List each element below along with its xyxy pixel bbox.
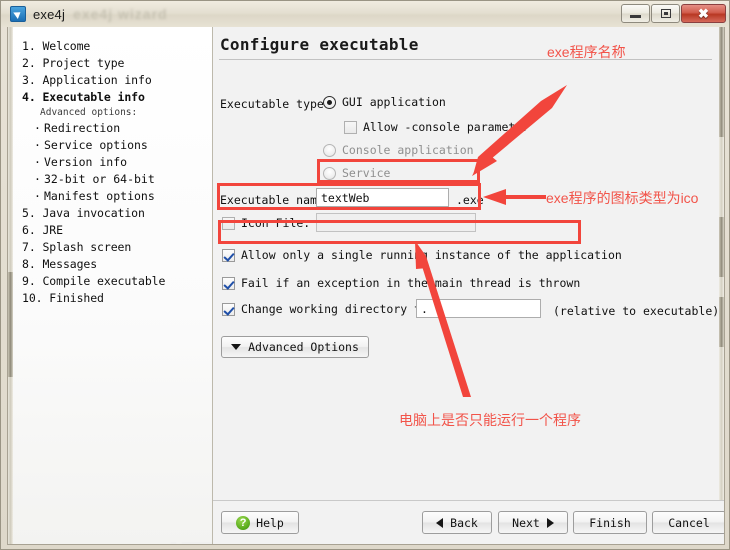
- bullet-icon: ·: [34, 137, 41, 152]
- checkbox-icon-file[interactable]: Icon File:: [222, 216, 310, 230]
- working-directory-hint: (relative to executable): [553, 304, 720, 318]
- sidebar-item-splash-screen[interactable]: 7. Splash screen: [8, 238, 212, 255]
- close-button[interactable]: ✖: [681, 4, 726, 23]
- maximize-icon: [660, 9, 671, 18]
- window-title: exe4j: [33, 6, 66, 22]
- help-button[interactable]: ? Help: [221, 511, 299, 534]
- arrow-left-icon: [436, 517, 444, 528]
- bullet-icon: ·: [34, 154, 41, 169]
- cancel-label: Cancel: [668, 515, 710, 530]
- executable-name-label: Executable name:: [220, 193, 331, 207]
- radio-label: Service: [342, 166, 391, 180]
- sidebar-item-finished[interactable]: 10. Finished: [8, 289, 212, 306]
- working-directory-input[interactable]: .: [416, 299, 541, 318]
- main-panel-content: Configure executable Executable type: GU…: [213, 27, 724, 500]
- wizard-steps-sidebar: 1. Welcome 2. Project type 3. Applicatio…: [8, 27, 213, 544]
- sidebar-item-application-info[interactable]: 3. Application info: [8, 71, 212, 88]
- radio-console-application[interactable]: Console application: [323, 143, 474, 157]
- minimize-icon: [630, 15, 641, 18]
- title-bar: exe4j exe4j wizard ✖: [1, 1, 729, 27]
- sidebar-item-project-type[interactable]: 2. Project type: [8, 54, 212, 71]
- sidebar-scrollbar-thumb[interactable]: [8, 272, 13, 377]
- minimize-button[interactable]: [621, 4, 650, 23]
- sidebar-item-redirection[interactable]: · Redirection: [8, 119, 212, 136]
- icon-file-input[interactable]: [316, 213, 476, 232]
- checkbox-label: Fail if an exception in the main thread …: [241, 276, 581, 290]
- sidebar-item-messages[interactable]: 8. Messages: [8, 255, 212, 272]
- title-divider: [219, 59, 712, 60]
- main-scrollbar-thumb-lower[interactable]: [719, 297, 724, 347]
- exe4j-app-icon: [10, 6, 26, 22]
- radio-on-icon: [323, 95, 336, 109]
- maximize-button[interactable]: [651, 4, 680, 23]
- checkbox-unchecked-icon: [222, 216, 235, 230]
- help-label: Help: [256, 515, 284, 530]
- checkbox-checked-icon: [222, 248, 235, 262]
- help-icon: ?: [236, 515, 251, 530]
- advanced-options-button[interactable]: Advanced Options: [221, 336, 369, 358]
- radio-off-icon: [323, 143, 336, 157]
- executable-type-label: Executable type:: [220, 97, 331, 111]
- finish-button[interactable]: Finish: [573, 511, 647, 534]
- bullet-icon: ·: [34, 188, 41, 203]
- sidebar-sub-label: Version info: [44, 154, 128, 169]
- page-title: Configure executable: [220, 35, 419, 54]
- sidebar-scrollbar[interactable]: [8, 27, 13, 544]
- sidebar-item-java-invocation[interactable]: 5. Java invocation: [8, 204, 212, 221]
- checkbox-label: Change working directory to:: [241, 302, 435, 316]
- checkbox-single-instance[interactable]: Allow only a single running instance of …: [222, 248, 622, 262]
- radio-label: GUI application: [342, 95, 446, 109]
- exe4j-watermark: exe4j: [160, 536, 212, 544]
- sidebar-sub-label: 32-bit or 64-bit: [44, 171, 155, 186]
- sidebar-item-jre[interactable]: 6. JRE: [8, 221, 212, 238]
- sidebar-sub-label: Service options: [44, 137, 148, 152]
- checkbox-label: Allow -console parameter: [363, 120, 530, 134]
- radio-service[interactable]: Service: [323, 166, 390, 180]
- sidebar-sub-label: Redirection: [44, 120, 121, 135]
- window-body: 1. Welcome 2. Project type 3. Applicatio…: [7, 27, 725, 545]
- sidebar-item-executable-info[interactable]: 4. Executable info: [8, 88, 212, 105]
- next-label: Next: [512, 515, 540, 530]
- sidebar-item-service-options[interactable]: · Service options: [8, 136, 212, 153]
- exe4j-window: exe4j exe4j wizard ✖ 1. Welcome 2. Proje…: [0, 0, 730, 550]
- bullet-icon: ·: [34, 171, 41, 186]
- arrow-right-icon: [546, 517, 554, 528]
- close-icon: ✖: [698, 6, 709, 21]
- executable-name-input[interactable]: textWeb: [316, 188, 449, 207]
- back-label: Back: [450, 515, 478, 530]
- back-button[interactable]: Back: [422, 511, 492, 534]
- checkbox-allow-console-parameter[interactable]: Allow -console parameter: [344, 120, 529, 134]
- chevron-down-icon: [231, 344, 242, 350]
- checkbox-checked-icon: [222, 276, 235, 290]
- radio-off-icon: [323, 166, 336, 180]
- sidebar-item-version-info[interactable]: · Version info: [8, 153, 212, 170]
- radio-label: Console application: [342, 143, 474, 157]
- main-scrollbar-thumb-upper[interactable]: [719, 27, 724, 137]
- sidebar-sub-label: Manifest options: [44, 188, 155, 203]
- finish-label: Finish: [589, 515, 631, 530]
- radio-gui-application[interactable]: GUI application: [323, 95, 446, 109]
- sidebar-item-compile-executable[interactable]: 9. Compile executable: [8, 272, 212, 289]
- bullet-icon: ·: [34, 120, 41, 135]
- main-scrollbar[interactable]: [719, 27, 724, 500]
- sidebar-item-welcome[interactable]: 1. Welcome: [8, 37, 212, 54]
- sidebar-item-manifest-options[interactable]: · Manifest options: [8, 187, 212, 204]
- checkbox-fail-on-exception[interactable]: Fail if an exception in the main thread …: [222, 276, 580, 290]
- executable-name-suffix: .exe: [456, 193, 484, 207]
- checkbox-label: Allow only a single running instance of …: [241, 248, 622, 262]
- sidebar-advanced-options-heading: Advanced options:: [40, 107, 138, 118]
- icon-file-label: Icon File:: [241, 216, 311, 230]
- advanced-options-label: Advanced Options: [248, 340, 359, 354]
- cancel-button[interactable]: Cancel: [652, 511, 724, 534]
- checkbox-unchecked-icon: [344, 120, 357, 134]
- window-title-secondary: exe4j wizard: [73, 6, 168, 22]
- wizard-button-bar: ? Help Back Next Finish Cancel: [213, 500, 724, 544]
- sidebar-item-32-or-64-bit[interactable]: · 32-bit or 64-bit: [8, 170, 212, 187]
- main-panel: Configure executable Executable type: GU…: [213, 27, 724, 544]
- checkbox-checked-icon: [222, 302, 235, 316]
- window-controls: ✖: [620, 4, 726, 23]
- checkbox-change-working-directory[interactable]: Change working directory to:: [222, 302, 435, 316]
- main-scrollbar-thumb-mid[interactable]: [719, 217, 724, 277]
- next-button[interactable]: Next: [498, 511, 568, 534]
